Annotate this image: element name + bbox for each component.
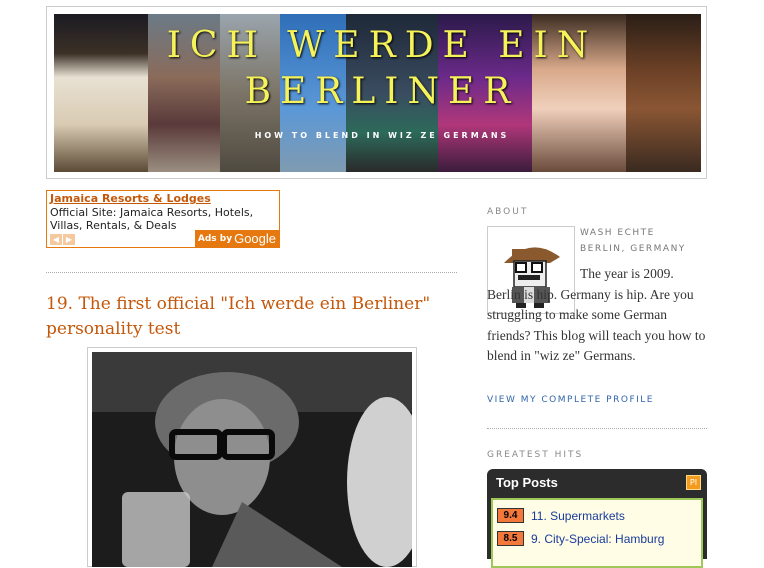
author-name[interactable]: WASH ECHTE	[580, 228, 655, 238]
list-item: 9.4 11. Supermarkets	[497, 508, 625, 523]
banner-photo-kebab	[626, 14, 701, 172]
divider	[487, 428, 707, 429]
divider	[46, 272, 457, 273]
post-photo-illustration	[92, 352, 412, 567]
blog-header: ICH WERDE EIN BERLINER HOW TO BLEND IN W…	[46, 6, 707, 179]
ad-badge-prefix: Ads by	[197, 233, 233, 244]
rating-badge: 9.4	[497, 508, 524, 523]
blog-title[interactable]: ICH WERDE EIN BERLINER	[147, 23, 617, 115]
post-photo[interactable]	[92, 352, 412, 567]
ad-navigation: ◀ ▶	[50, 234, 75, 245]
blog-subtitle: HOW TO BLEND IN WIZ ZE GERMANS	[254, 131, 510, 140]
about-heading: ABOUT	[487, 207, 529, 217]
top-posts-widget: Top Posts PI 9.4 11. Supermarkets 8.5 9.…	[487, 469, 707, 568]
post-image-frame	[87, 347, 417, 567]
ad-title-link[interactable]: Jamaica Resorts & Lodges	[50, 192, 211, 205]
rss-badge-icon[interactable]: PI	[686, 475, 701, 490]
ad-badge-brand: Google	[234, 231, 276, 246]
greatest-hits-heading: GREATEST HITS	[487, 450, 584, 460]
top-posts-title: Top Posts	[496, 475, 558, 490]
top-post-link[interactable]: 9. City-Special: Hamburg	[531, 532, 664, 546]
list-item: 8.5 9. City-Special: Hamburg	[497, 531, 664, 546]
top-post-link[interactable]: 11. Supermarkets	[531, 509, 625, 523]
prev-arrow-icon[interactable]: ◀	[50, 234, 62, 245]
top-posts-list: 9.4 11. Supermarkets 8.5 9. City-Special…	[491, 498, 703, 568]
about-description: The year is 2009. Berlin is hip. Germany…	[487, 266, 706, 363]
post-title[interactable]: 19. The first official "Ich werde ein Be…	[46, 292, 446, 342]
author-location: BERLIN, GERMANY	[580, 244, 686, 254]
ads-by-google-badge[interactable]: Ads by Google	[194, 230, 279, 247]
google-ad-box[interactable]: Jamaica Resorts & Lodges Official Site: …	[46, 190, 280, 248]
banner-photo-latte	[54, 14, 148, 172]
next-arrow-icon[interactable]: ▶	[63, 234, 75, 245]
view-profile-link[interactable]: VIEW MY COMPLETE PROFILE	[487, 395, 654, 405]
rating-badge: 8.5	[497, 531, 524, 546]
ad-description: Official Site: Jamaica Resorts, Hotels, …	[50, 206, 254, 232]
